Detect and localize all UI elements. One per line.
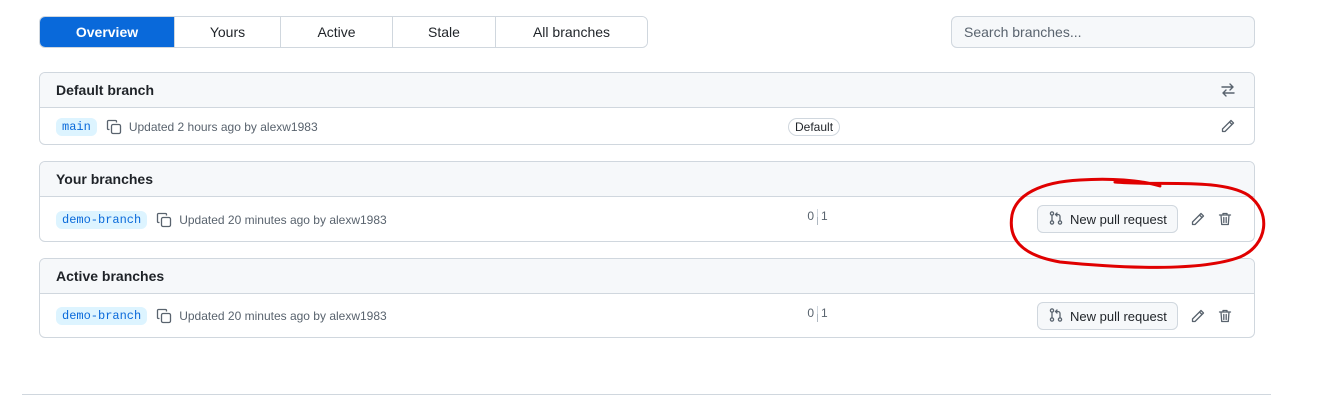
pencil-icon[interactable] [1218, 116, 1238, 136]
behind-count: 0 [807, 306, 814, 320]
updated-text: Updated 2 hours ago by alexw1983 [128, 119, 318, 134]
branch-row: demo-branch Updated 20 minutes ago by al… [40, 197, 1254, 241]
branch-name-link[interactable]: main [56, 117, 97, 136]
new-pull-request-label: New pull request [1070, 308, 1167, 324]
copy-icon[interactable] [155, 307, 173, 325]
section-title: Default branch [56, 82, 155, 98]
trash-icon[interactable] [1215, 209, 1235, 229]
branch-name-link[interactable]: demo-branch [56, 307, 148, 325]
section-header: Default branch [40, 73, 1254, 108]
ahead-behind-indicator: 0 1 [804, 306, 831, 322]
git-pull-request-icon [1048, 307, 1064, 326]
switch-icon[interactable] [1218, 80, 1238, 100]
copy-icon[interactable] [155, 211, 173, 229]
tab-all-branches[interactable]: All branches [495, 17, 647, 47]
ahead-behind-bar [817, 306, 818, 322]
trash-icon[interactable] [1215, 306, 1235, 326]
branch-name-link[interactable]: demo-branch [56, 210, 148, 229]
branch-row: demo-branch Updated 20 minutes ago by al… [40, 294, 1254, 337]
footer-divider [22, 394, 1271, 395]
section-header: Active branches [40, 259, 1254, 294]
copy-icon[interactable] [105, 118, 123, 136]
branches-page: Overview Yours Active Stale All branches… [0, 0, 1331, 410]
pencil-icon[interactable] [1188, 306, 1208, 326]
branch-filter-tabs: Overview Yours Active Stale All branches [39, 16, 648, 48]
updated-text: Updated 20 minutes ago by alexw1983 [179, 309, 387, 323]
default-badge: Default [788, 117, 841, 136]
ahead-count: 1 [821, 209, 828, 223]
ahead-behind-bar [817, 209, 818, 225]
new-pull-request-button[interactable]: New pull request [1037, 205, 1178, 233]
active-branches-section: Active branches demo-branch Updated 20 m… [39, 258, 1255, 338]
your-branches-section: Your branches demo-branch Updated 20 min… [39, 161, 1255, 242]
section-title: Your branches [56, 171, 153, 187]
tab-yours[interactable]: Yours [174, 17, 280, 47]
section-title: Active branches [56, 268, 165, 284]
behind-count: 0 [807, 209, 814, 223]
section-header: Your branches [40, 162, 1254, 197]
default-branch-section: Default branch main Updated 2 hours ago … [39, 72, 1255, 145]
tab-stale[interactable]: Stale [392, 17, 495, 47]
new-pull-request-button[interactable]: New pull request [1037, 302, 1178, 330]
pencil-icon[interactable] [1188, 209, 1208, 229]
tab-overview[interactable]: Overview [40, 17, 174, 47]
search-branches-input[interactable] [951, 16, 1255, 48]
tab-active[interactable]: Active [280, 17, 392, 47]
git-pull-request-icon [1048, 210, 1064, 229]
new-pull-request-label: New pull request [1070, 211, 1167, 227]
ahead-behind-indicator: 0 1 [804, 209, 831, 225]
updated-text: Updated 20 minutes ago by alexw1983 [179, 212, 387, 227]
branch-row: main Updated 2 hours ago by alexw1983 De… [40, 108, 1254, 144]
ahead-count: 1 [821, 306, 828, 320]
